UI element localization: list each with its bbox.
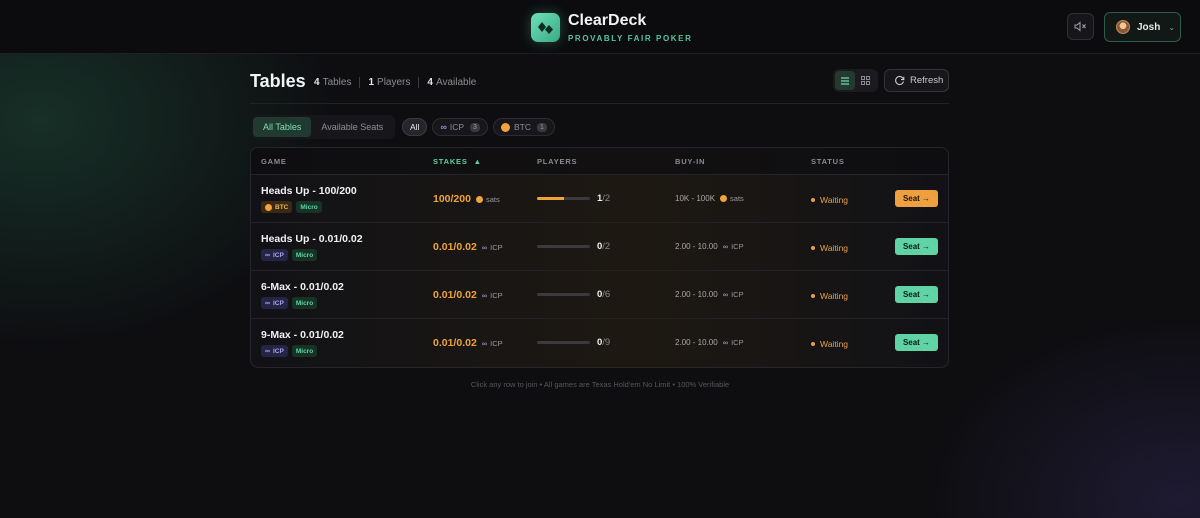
players-indicator: 0/6 <box>537 289 610 300</box>
speaker-mute-icon <box>1074 21 1086 32</box>
icp-icon: ∞ <box>722 242 729 251</box>
col-stakes[interactable]: STAKES ▲ <box>433 157 482 166</box>
seat-button[interactable]: Seat → <box>895 238 938 255</box>
seat-filter-segmented: All Tables Available Seats <box>251 115 396 139</box>
level-tag: Micro <box>291 297 318 309</box>
brand-tagline: PROVABLY FAIR POKER <box>568 34 693 43</box>
list-view-button[interactable] <box>835 71 855 90</box>
footer-note: Click any row to join • All games are Te… <box>470 380 730 389</box>
buyin-range: 2.00 - 10.00 ∞ ICP <box>675 242 744 251</box>
buyin-range: 10K - 100K sats <box>675 194 744 203</box>
level-tag: Micro <box>296 201 322 213</box>
chip-btc[interactable]: BTC 1 <box>492 118 555 136</box>
icp-icon: ∞ <box>481 290 488 300</box>
players-indicator: 0/9 <box>537 337 610 348</box>
icp-icon: ∞ <box>722 290 729 299</box>
btc-icon <box>720 195 728 202</box>
col-game[interactable]: GAME <box>261 157 287 166</box>
cards-logo-icon <box>531 13 560 42</box>
currency-tag: ∞ ICP <box>261 345 288 357</box>
players-indicator: 1/2 <box>537 193 610 204</box>
seat-button[interactable]: Seat → <box>895 334 938 351</box>
stakes-value: 0.01/0.02 ∞ ICP <box>433 337 503 349</box>
players-progress-bar <box>537 197 590 200</box>
table-row[interactable]: Heads Up - 0.01/0.02 ∞ ICP Micro 0.01/0.0… <box>251 223 948 271</box>
stat-available: 4 Available <box>427 77 477 88</box>
grid-view-button[interactable] <box>855 71 875 90</box>
icp-icon: ∞ <box>265 251 270 259</box>
status-badge: Waiting <box>811 339 848 349</box>
col-buyin[interactable]: BUY-IN <box>675 157 705 166</box>
level-tag: Micro <box>291 345 318 357</box>
chip-icp[interactable]: ∞ ICP 3 <box>432 118 488 136</box>
chip-all[interactable]: All <box>402 118 428 136</box>
top-bar: ClearDeck PROVABLY FAIR POKER Josh ⌄ <box>0 0 1200 54</box>
view-toggle <box>833 69 878 92</box>
chip-count: 1 <box>536 122 547 132</box>
table-row[interactable]: 9-Max - 0.01/0.02 ∞ ICP Micro 0.01/0.02 ∞ I… <box>251 319 948 367</box>
icp-icon: ∞ <box>265 299 270 307</box>
page-title: Tables <box>250 71 306 91</box>
chevron-down-icon: ⌄ <box>1168 22 1176 32</box>
btc-icon <box>475 195 483 203</box>
icp-icon: ∞ <box>722 338 729 347</box>
tables-list: GAME STAKES ▲ PLAYERS BUY-IN STATUS Head… <box>250 147 949 368</box>
user-name: Josh <box>1137 21 1161 33</box>
grid-view-icon <box>860 76 870 85</box>
status-badge: Waiting <box>811 243 848 253</box>
header-divider <box>250 103 949 104</box>
seat-button[interactable]: Seat → <box>895 286 938 303</box>
sort-asc-icon: ▲ <box>473 157 482 166</box>
currency-tag: BTC <box>261 201 293 213</box>
currency-tag: ∞ ICP <box>261 249 288 261</box>
game-name: Heads Up - 100/200 <box>261 185 357 197</box>
brand-name: ClearDeck <box>568 12 647 29</box>
game-name: Heads Up - 0.01/0.02 <box>261 233 363 245</box>
stakes-value: 0.01/0.02 ∞ ICP <box>433 289 503 301</box>
table-row[interactable]: 6-Max - 0.01/0.02 ∞ ICP Micro 0.01/0.02 ∞ I… <box>251 271 948 319</box>
icp-icon: ∞ <box>265 347 270 355</box>
buyin-range: 2.00 - 10.00 ∞ ICP <box>675 290 744 299</box>
game-name: 9-Max - 0.01/0.02 <box>261 329 344 341</box>
players-progress-bar <box>537 341 590 344</box>
btc-icon <box>265 203 272 211</box>
status-badge: Waiting <box>811 291 848 301</box>
table-stats: 4 Tables 1 Players 4 Available <box>314 77 476 88</box>
seat-button[interactable]: Seat → <box>895 190 938 207</box>
list-view-icon <box>841 76 849 85</box>
stat-players: 1 Players <box>368 77 411 88</box>
stat-tables: 4 Tables <box>314 77 352 88</box>
table-row[interactable]: Heads Up - 100/200 BTC Micro 100/200 sats… <box>251 175 948 223</box>
col-status[interactable]: STATUS <box>811 157 845 166</box>
table-header: GAME STAKES ▲ PLAYERS BUY-IN STATUS <box>251 148 948 175</box>
icp-icon: ∞ <box>481 338 488 348</box>
players-indicator: 0/2 <box>537 241 610 252</box>
refresh-icon <box>895 75 905 86</box>
icp-icon: ∞ <box>440 122 447 132</box>
stakes-value: 100/200 sats <box>433 193 500 205</box>
brand[interactable]: ClearDeck PROVABLY FAIR POKER <box>531 12 693 43</box>
level-tag: Micro <box>291 249 318 261</box>
avatar <box>1116 20 1130 34</box>
chip-count: 3 <box>470 122 480 132</box>
game-name: 6-Max - 0.01/0.02 <box>261 281 344 293</box>
status-badge: Waiting <box>811 195 848 205</box>
btc-icon <box>500 122 510 132</box>
players-progress-bar <box>537 245 590 248</box>
user-menu-button[interactable]: Josh ⌄ <box>1104 12 1181 42</box>
page-header: Tables 4 Tables 1 Players 4 Available Refre… <box>250 68 949 104</box>
refresh-button[interactable]: Refresh <box>884 69 949 92</box>
filter-available-seats[interactable]: Available Seats <box>311 117 393 137</box>
players-progress-bar <box>537 293 590 296</box>
refresh-label: Refresh <box>910 75 944 86</box>
buyin-range: 2.00 - 10.00 ∞ ICP <box>675 338 744 347</box>
currency-filter-chips: All ∞ ICP 3 BTC 1 <box>402 118 560 136</box>
currency-tag: ∞ ICP <box>261 297 288 309</box>
stakes-value: 0.01/0.02 ∞ ICP <box>433 241 503 253</box>
icp-icon: ∞ <box>481 242 488 252</box>
filter-all-tables[interactable]: All Tables <box>253 117 312 137</box>
mute-button[interactable] <box>1067 13 1094 40</box>
col-players[interactable]: PLAYERS <box>537 157 577 166</box>
